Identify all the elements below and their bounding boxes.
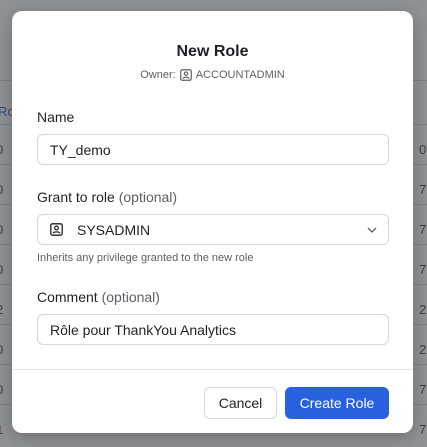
background-cell: 0 bbox=[0, 142, 10, 157]
background-row-divider bbox=[413, 324, 427, 325]
grant-role-value: SYSADMIN bbox=[77, 221, 151, 238]
background-cell: 0 bbox=[419, 142, 427, 157]
background-cell: 7 bbox=[419, 262, 427, 277]
background-row-divider bbox=[413, 124, 427, 125]
background-cell: 7 bbox=[419, 222, 427, 237]
background-cell: 7 bbox=[419, 422, 427, 437]
chevron-down-icon bbox=[366, 224, 378, 236]
grant-role-select[interactable]: SYSADMIN bbox=[37, 214, 389, 245]
background-cell: 2 bbox=[419, 342, 427, 357]
background-row-divider bbox=[413, 244, 427, 245]
background-cell: 0 bbox=[0, 262, 10, 277]
dialog-title: New Role bbox=[176, 43, 249, 60]
background-cell: 2 bbox=[0, 302, 10, 317]
background-cell: 1 bbox=[0, 422, 10, 437]
background-cell: 0 bbox=[0, 382, 10, 397]
background-row-divider bbox=[413, 364, 427, 365]
owner-info: Owner: ACCOUNTADMIN bbox=[12, 69, 413, 81]
background-cell: 2 bbox=[419, 302, 427, 317]
grant-hint: Inherits any privilege granted to the ne… bbox=[37, 252, 254, 264]
owner-value: ACCOUNTADMIN bbox=[195, 69, 285, 81]
background-cell: 7 bbox=[419, 182, 427, 197]
background-row-divider bbox=[413, 404, 427, 405]
comment-optional-text: (optional) bbox=[101, 289, 160, 305]
background-cell: 7 bbox=[419, 382, 427, 397]
background-cell: 0 bbox=[0, 222, 10, 237]
background-row-divider bbox=[413, 164, 427, 165]
role-icon bbox=[50, 223, 63, 236]
grant-label: Grant to role (optional) bbox=[37, 189, 177, 205]
footer-divider bbox=[12, 369, 413, 370]
name-input[interactable] bbox=[37, 134, 389, 165]
comment-label: Comment (optional) bbox=[37, 289, 160, 305]
background-row-divider bbox=[413, 204, 427, 205]
cancel-button[interactable]: Cancel bbox=[204, 387, 277, 419]
comment-label-text: Comment bbox=[37, 289, 98, 305]
name-label: Name bbox=[37, 109, 75, 125]
create-role-button[interactable]: Create Role bbox=[285, 387, 389, 419]
role-icon bbox=[179, 69, 192, 81]
background-cell: 0 bbox=[0, 342, 10, 357]
comment-input[interactable] bbox=[37, 314, 389, 345]
new-role-dialog: New Role Owner: ACCOUNTADMIN Name Grant … bbox=[12, 11, 413, 433]
grant-optional-text: (optional) bbox=[118, 189, 178, 205]
owner-prefix: Owner: bbox=[140, 69, 176, 81]
background-row-divider bbox=[413, 284, 427, 285]
background-cell: 0 bbox=[0, 182, 10, 197]
grant-label-text: Grant to role bbox=[37, 189, 115, 205]
